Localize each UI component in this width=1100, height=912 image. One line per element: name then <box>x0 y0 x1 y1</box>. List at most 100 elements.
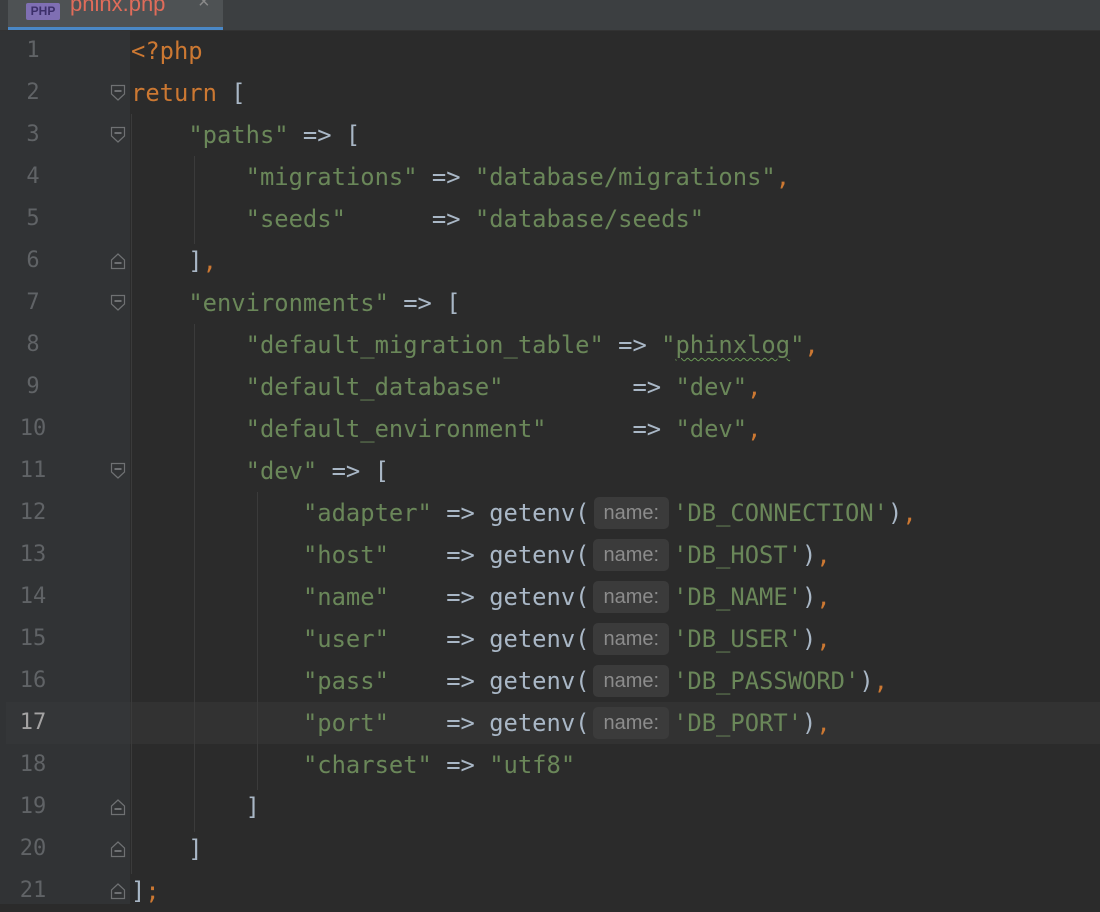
code-token: ) <box>859 667 874 695</box>
line-number: 10 <box>19 416 47 441</box>
code-token: => <box>345 205 475 233</box>
tab-phinx-php[interactable]: PHP phinx.php × <box>8 0 223 30</box>
code-token: "default_migration_table" <box>245 331 604 359</box>
code-token: 'DB_NAME' <box>673 583 803 611</box>
code-line: "dev" => [ <box>131 450 389 492</box>
code-line: "default_database" => "dev", <box>131 366 762 408</box>
code-token: 'DB_PORT' <box>673 709 803 737</box>
line-number: 15 <box>19 626 47 651</box>
code-token: "port" <box>302 709 389 737</box>
code-line: "default_environment" => "dev", <box>131 408 762 450</box>
code-token: " <box>790 331 805 359</box>
code-token: ; <box>145 877 160 905</box>
code-token: ] <box>131 793 260 821</box>
line-number: 16 <box>19 668 47 693</box>
code-token: ) <box>802 709 817 737</box>
line-number: 8 <box>26 332 40 357</box>
code-token: "default_environment" <box>245 415 547 443</box>
fold-end-icon[interactable] <box>110 798 126 816</box>
code-line: "host" => getenv(name: 'DB_HOST'), <box>131 534 831 576</box>
fold-end-icon[interactable] <box>110 882 126 900</box>
code-token: => getenv( <box>388 583 590 611</box>
code-token: , <box>816 709 831 737</box>
code-line: "port" => getenv(name: 'DB_PORT'), <box>131 702 831 744</box>
code-line: ] <box>131 786 260 828</box>
code-token: => <box>603 331 662 359</box>
tab-title: phinx.php <box>70 0 166 16</box>
line-number: 13 <box>19 542 47 567</box>
parameter-hint: name: <box>593 622 670 655</box>
code-token: "pass" <box>302 667 389 695</box>
code-token: "seeds" <box>245 205 346 233</box>
line-number: 19 <box>19 794 47 819</box>
code-line: <?php <box>131 30 203 72</box>
code-token: "name" <box>302 583 389 611</box>
code-token: => getenv( <box>431 499 590 527</box>
code-token: "default_database" <box>245 373 504 401</box>
code-token: , <box>873 667 888 695</box>
line-number: 18 <box>19 752 47 777</box>
code-line: "default_migration_table" => "phinxlog", <box>131 324 819 366</box>
php-file-icon: PHP <box>26 3 60 20</box>
parameter-hint: name: <box>593 664 670 697</box>
code-token: 'DB_HOST' <box>673 541 803 569</box>
code-token: "adapter" <box>302 499 432 527</box>
fold-collapse-icon[interactable] <box>110 462 126 480</box>
code-token: ) <box>888 499 903 527</box>
code-token: , <box>816 625 831 653</box>
line-number: 11 <box>19 458 47 483</box>
code-token: , <box>902 499 917 527</box>
code-token: ) <box>802 583 817 611</box>
code-token: ) <box>802 541 817 569</box>
code-token: , <box>775 163 791 191</box>
code-token: => <box>431 751 490 779</box>
code-token: "dev" <box>245 457 318 485</box>
code-token: , <box>816 541 831 569</box>
line-number: 6 <box>26 248 40 273</box>
code-line: ] <box>131 828 202 870</box>
code-token: => [ <box>317 457 389 485</box>
line-number: 14 <box>19 584 47 609</box>
fold-end-icon[interactable] <box>110 252 126 270</box>
code-token: , <box>816 583 831 611</box>
code-token: 'DB_CONNECTION' <box>673 499 888 527</box>
editor-tab-bar: PHP phinx.php × <box>0 0 1100 31</box>
fold-collapse-icon[interactable] <box>110 294 126 312</box>
code-token: => getenv( <box>388 625 590 653</box>
code-line: "name" => getenv(name: 'DB_NAME'), <box>131 576 831 618</box>
code-token: => getenv( <box>388 541 590 569</box>
parameter-hint: name: <box>593 580 670 613</box>
line-number: 3 <box>26 122 40 147</box>
parameter-hint: name: <box>593 538 670 571</box>
code-line: "user" => getenv(name: 'DB_USER'), <box>131 618 831 660</box>
fold-collapse-icon[interactable] <box>110 126 126 144</box>
code-token: "dev" <box>675 373 748 401</box>
line-number: 9 <box>26 374 40 399</box>
close-icon[interactable]: × <box>198 0 210 14</box>
code-token: <?php <box>131 37 203 65</box>
line-number: 21 <box>19 878 47 903</box>
code-token: "dev" <box>675 415 748 443</box>
code-token: ], <box>131 247 217 275</box>
code-token: 'DB_PASSWORD' <box>673 667 860 695</box>
code-line: "paths" => [ <box>131 114 360 156</box>
code-token: "user" <box>302 625 389 653</box>
code-line: ], <box>131 240 217 282</box>
fold-end-icon[interactable] <box>110 840 126 858</box>
line-number: 17 <box>19 710 47 735</box>
code-line: "charset" => "utf8" <box>131 744 575 786</box>
fold-collapse-icon[interactable] <box>110 84 126 102</box>
code-token: => <box>503 373 676 401</box>
code-line: "seeds" => "database/seeds" <box>131 198 704 240</box>
